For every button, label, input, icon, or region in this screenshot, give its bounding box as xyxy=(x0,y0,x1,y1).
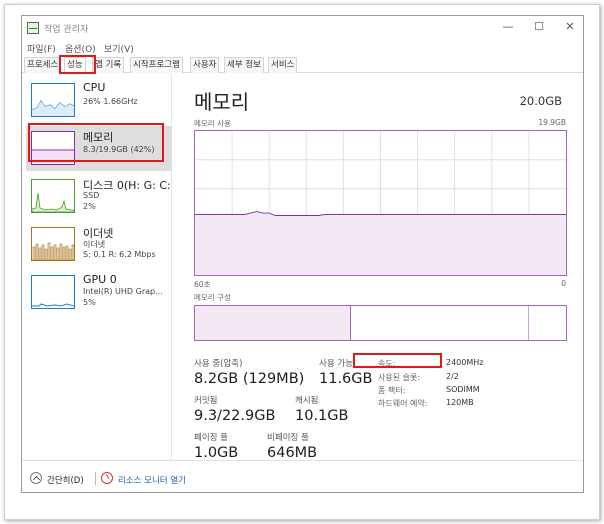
gpu-usage-text: 5% xyxy=(83,298,96,307)
memory-usage-max: 19.9GB xyxy=(538,118,566,127)
speed-value: 2400MHz xyxy=(446,358,484,367)
chevron-up-icon[interactable] xyxy=(30,472,42,484)
sidebar-item-disk[interactable]: 디스크 0(H: G: C: SSD 2% xyxy=(26,174,172,219)
form-factor-label: 폼 팩터: xyxy=(378,386,406,395)
hardware-reserved-value: 120MB xyxy=(446,398,474,407)
window-title: 작업 관리자 xyxy=(44,25,89,35)
committed-label: 커밋됨 xyxy=(194,396,218,406)
sidebar-item-ethernet[interactable]: 이더넷 이더넷 S: 0.1 R: 6.2 Mbps xyxy=(26,222,172,267)
footer-divider xyxy=(95,472,96,485)
memory-usage-fill xyxy=(195,211,566,275)
task-manager-window: 작업 관리자 — ☐ ✕ 파일(F) 옵션(O) 보기(V) 프로세스 성능 앱… xyxy=(21,15,584,493)
total-memory-capacity: 20.0GB xyxy=(519,94,562,108)
tab-details[interactable]: 세부 정보 xyxy=(224,57,264,73)
minimize-button[interactable]: — xyxy=(499,20,517,33)
memory-usage-text: 8.3/19.9GB (42%) xyxy=(83,145,155,154)
paged-pool-value: 1.0GB xyxy=(194,445,239,461)
nonpaged-pool-label: 비페이징 풀 xyxy=(267,433,309,443)
cpu-title: CPU xyxy=(83,81,106,94)
memory-detail-panel: 메모리 20.0GB 메모리 사용 19.9GB 60초 0 메모리 구성 사용… xyxy=(188,74,568,461)
memory-usage-label: 메모리 사용 xyxy=(194,119,231,128)
fewer-details-button[interactable]: 간단히(D) xyxy=(47,474,84,486)
maximize-button[interactable]: ☐ xyxy=(530,20,548,33)
memory-mini-graph xyxy=(31,131,75,165)
ethernet-mini-graph xyxy=(31,227,75,261)
page-title: 메모리 xyxy=(194,90,250,114)
memory-usage-graph xyxy=(194,130,567,276)
sidebar-item-gpu[interactable]: GPU 0 Intel(R) UHD Grap... 5% xyxy=(26,270,172,315)
cached-label: 캐시됨 xyxy=(295,396,319,406)
title-bar: 작업 관리자 — ☐ ✕ xyxy=(22,16,583,42)
paged-pool-label: 페이징 풀 xyxy=(194,433,228,443)
nonpaged-pool-value: 646MB xyxy=(267,445,318,461)
speed-label: 속도: xyxy=(378,359,396,368)
menu-options[interactable]: 옵션(O) xyxy=(65,42,96,55)
task-manager-icon xyxy=(27,22,39,34)
gpu-title: GPU 0 xyxy=(83,273,117,286)
cpu-usage-text: 26% 1.66GHz xyxy=(83,97,138,106)
composition-free xyxy=(529,306,566,340)
ethernet-throughput-text: S: 0.1 R: 6.2 Mbps xyxy=(83,250,156,259)
composition-in-use xyxy=(195,306,351,340)
resource-monitor-icon xyxy=(101,472,113,484)
tab-services[interactable]: 서비스 xyxy=(268,57,298,73)
tab-performance[interactable]: 성능 xyxy=(64,57,86,74)
cpu-mini-graph xyxy=(31,83,75,117)
memory-title: 메모리 xyxy=(83,131,114,144)
available-value: 11.6GB xyxy=(319,371,373,387)
gpu-mini-graph xyxy=(31,275,75,309)
gpu-model-text: Intel(R) UHD Grap... xyxy=(83,287,163,296)
disk-mini-graph xyxy=(31,179,75,213)
disk-usage-text: 2% xyxy=(83,202,96,211)
form-factor-value: SODIMM xyxy=(446,385,480,394)
close-button[interactable]: ✕ xyxy=(561,20,579,33)
graph-axis-right: 0 xyxy=(561,279,566,288)
composition-standby xyxy=(351,306,529,340)
tab-processes[interactable]: 프로세스 xyxy=(24,57,62,73)
performance-sidebar: CPU 26% 1.66GHz 메모리 8.3/19.9GB (42%) 디스크… xyxy=(22,74,172,460)
hardware-reserved-label: 하드웨어 예약: xyxy=(378,399,428,408)
ethernet-adapter-text: 이더넷 xyxy=(83,240,106,249)
sidebar-item-cpu[interactable]: CPU 26% 1.66GHz xyxy=(26,78,172,123)
graph-axis-left: 60초 xyxy=(194,280,211,289)
tab-startup[interactable]: 시작프로그램 xyxy=(130,57,183,73)
memory-composition-label: 메모리 구성 xyxy=(194,293,231,302)
disk-type-text: SSD xyxy=(83,191,100,200)
tab-users[interactable]: 사용자 xyxy=(190,57,220,73)
committed-value: 9.3/22.9GB xyxy=(194,408,276,424)
open-resource-monitor-link[interactable]: 리소스 모니터 열기 xyxy=(118,474,186,486)
menu-view[interactable]: 보기(V) xyxy=(104,42,134,55)
sidebar-item-memory[interactable]: 메모리 8.3/19.9GB (42%) xyxy=(26,126,172,171)
tab-bar: 프로세스 성능 앱 기록 시작프로그램 사용자 세부 정보 서비스 xyxy=(22,56,583,74)
menu-file[interactable]: 파일(F) xyxy=(27,42,56,55)
footer-bar: 간단히(D) 리소스 모니터 열기 xyxy=(22,460,583,492)
memory-composition-bar xyxy=(194,305,567,341)
in-use-value: 8.2GB (129MB) xyxy=(194,371,305,387)
cached-value: 10.1GB xyxy=(295,408,349,424)
available-label: 사용 가능 xyxy=(319,359,353,369)
in-use-label: 사용 중(압축) xyxy=(194,359,243,369)
slots-used-label: 사용된 슬롯: xyxy=(378,373,421,382)
tab-app-history[interactable]: 앱 기록 xyxy=(92,57,125,73)
slots-used-value: 2/2 xyxy=(446,372,459,381)
